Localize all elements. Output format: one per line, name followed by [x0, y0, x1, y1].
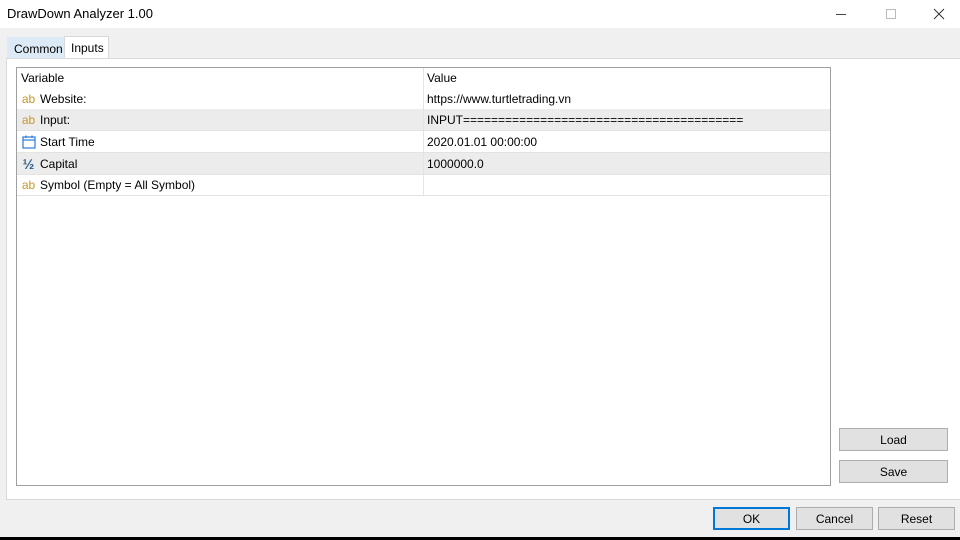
value-cell[interactable]: 2020.01.01 00:00:00: [424, 131, 830, 152]
maximize-icon: [886, 9, 896, 19]
variable-cell: ab Input:: [17, 109, 424, 130]
close-button[interactable]: [916, 0, 960, 28]
variable-cell: Start Time: [17, 131, 424, 152]
reset-button[interactable]: Reset: [878, 507, 955, 530]
value-cell[interactable]: [424, 174, 830, 195]
tab-common[interactable]: Common: [7, 37, 64, 58]
column-header-variable[interactable]: Variable: [17, 68, 424, 88]
tab-inputs[interactable]: Inputs: [64, 36, 109, 59]
variable-cell: ½ Capital: [17, 153, 424, 174]
minimize-icon: [836, 13, 846, 15]
value-cell[interactable]: 1000000.0: [424, 153, 830, 174]
save-button[interactable]: Save: [839, 460, 948, 483]
variable-name: Input:: [40, 112, 71, 127]
ab-text-icon: ab: [21, 112, 36, 127]
dialog-window: DrawDown Analyzer 1.00 Common Inputs Var…: [0, 0, 960, 537]
variable-name: Start Time: [40, 134, 95, 149]
value-cell[interactable]: https://www.turtletrading.vn: [424, 88, 830, 109]
cancel-button[interactable]: Cancel: [796, 507, 873, 530]
value-cell[interactable]: INPUT===================================…: [424, 109, 830, 130]
table-row[interactable]: Start Time 2020.01.01 00:00:00: [17, 131, 830, 153]
table-row[interactable]: ab Website: https://www.turtletrading.vn: [17, 88, 830, 110]
calendar-icon: [21, 134, 36, 149]
close-icon: [933, 8, 945, 20]
window-title: DrawDown Analyzer 1.00: [7, 6, 153, 21]
variable-name: Website:: [40, 91, 87, 106]
variable-cell: ab Website:: [17, 88, 424, 109]
minimize-button[interactable]: [818, 0, 864, 28]
inputs-grid: Variable Value ab Website: https://www.t…: [16, 67, 831, 486]
ab-text-icon: ab: [21, 91, 36, 106]
table-row[interactable]: ab Symbol (Empty = All Symbol): [17, 174, 830, 196]
variable-cell: ab Symbol (Empty = All Symbol): [17, 174, 424, 195]
grid-header: Variable Value: [17, 68, 830, 88]
load-button[interactable]: Load: [839, 428, 948, 451]
ok-button[interactable]: OK: [713, 507, 790, 530]
title-bar: DrawDown Analyzer 1.00: [0, 0, 960, 28]
maximize-button[interactable]: [868, 0, 914, 28]
ab-text-icon: ab: [21, 177, 36, 192]
table-row[interactable]: ½ Capital 1000000.0: [17, 153, 830, 175]
column-header-value[interactable]: Value: [424, 68, 830, 88]
variable-name: Capital: [40, 156, 78, 171]
variable-name: Symbol (Empty = All Symbol): [40, 177, 196, 192]
table-row[interactable]: ab Input: INPUT=========================…: [17, 109, 830, 131]
fraction-icon: ½: [22, 155, 35, 172]
